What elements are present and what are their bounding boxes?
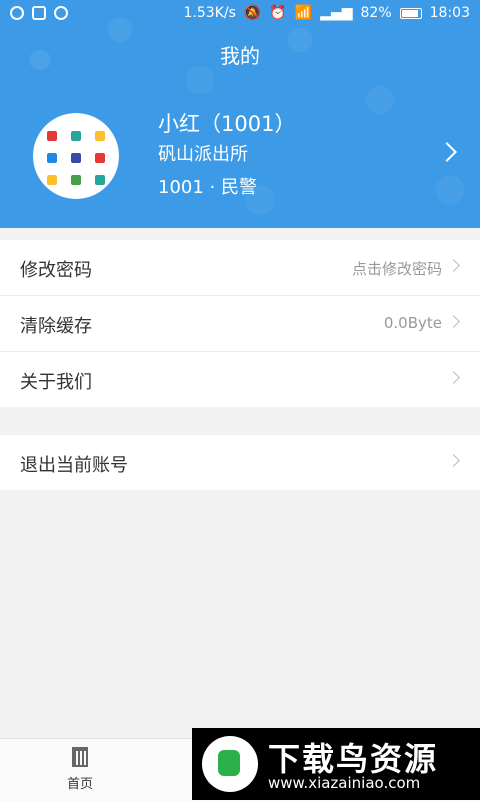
clock: 18:03	[429, 5, 470, 21]
watermark-logo-icon	[202, 736, 258, 792]
battery-percent: 82%	[360, 5, 392, 21]
network-speed: 1.53K/s	[183, 5, 236, 21]
home-icon	[72, 747, 88, 767]
about-us-row[interactable]: 关于我们	[0, 352, 480, 407]
row-value: 0.0Byte	[383, 314, 442, 332]
tab-home[interactable]: 首页	[50, 747, 110, 792]
battery-icon	[399, 7, 422, 19]
mute-icon: 🔕	[243, 5, 262, 21]
weather-icon	[54, 6, 68, 20]
notification-icon	[10, 6, 24, 20]
image-icon	[32, 6, 46, 20]
watermark-url: www.xiazainiao.com	[268, 774, 421, 792]
status-bar: 1.53K/s 🔕 ⏰ 📶 ▂▄▆ 82% 18:03	[0, 0, 480, 28]
page-title: 我的	[220, 44, 260, 68]
signal-icon: ▂▄▆	[320, 5, 353, 21]
chevron-right-icon	[447, 454, 460, 467]
row-label: 退出当前账号	[20, 455, 128, 476]
user-role: 1001 · 民警	[158, 177, 257, 198]
watermark: 下载鸟资源 www.xiazainiao.com	[192, 728, 480, 800]
row-label: 清除缓存	[20, 316, 92, 337]
user-station: 矾山派出所	[158, 144, 248, 165]
profile-header: 1.53K/s 🔕 ⏰ 📶 ▂▄▆ 82% 18:03 我的 小红（1001） …	[0, 0, 480, 228]
row-value: 点击修改密码	[351, 260, 442, 278]
chevron-right-icon	[447, 371, 460, 384]
avatar[interactable]	[33, 113, 119, 199]
logout-row[interactable]: 退出当前账号	[0, 435, 480, 490]
chevron-right-icon	[447, 315, 460, 328]
row-label: 关于我们	[20, 372, 92, 393]
alarm-icon: ⏰	[269, 5, 287, 21]
user-name: 小红（1001）	[158, 112, 296, 136]
tab-label: 首页	[66, 777, 93, 792]
row-label: 修改密码	[20, 260, 92, 281]
settings-list: 修改密码 点击修改密码 清除缓存 0.0Byte 关于我们	[0, 240, 480, 407]
logout-section: 退出当前账号	[0, 435, 480, 490]
chevron-right-icon	[447, 259, 460, 272]
change-password-row[interactable]: 修改密码 点击修改密码	[0, 240, 480, 296]
wifi-icon: 📶	[294, 5, 313, 21]
avatar-app-grid	[43, 131, 109, 191]
chevron-right-icon[interactable]	[437, 142, 457, 162]
clear-cache-row[interactable]: 清除缓存 0.0Byte	[0, 296, 480, 352]
